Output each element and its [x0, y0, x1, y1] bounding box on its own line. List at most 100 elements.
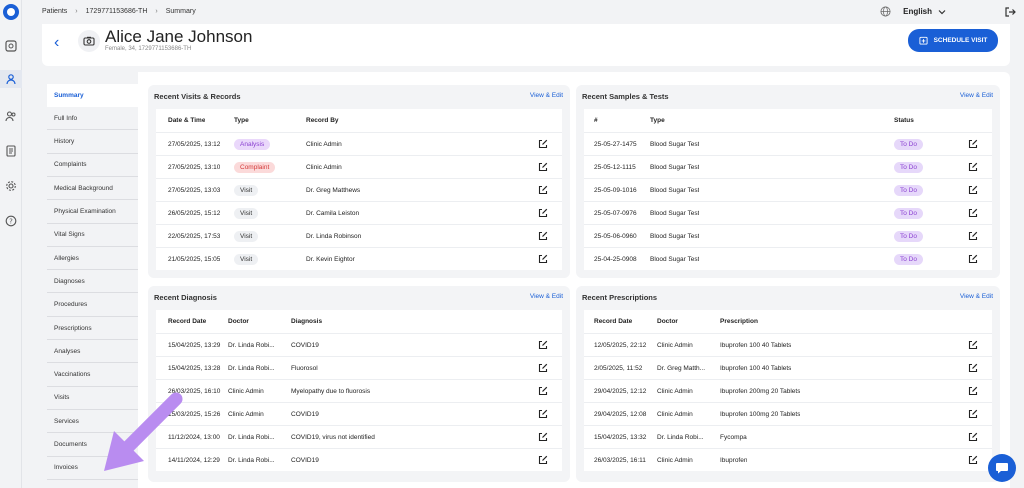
nav-item-prescriptions[interactable]: Prescriptions [47, 317, 138, 340]
edit-icon[interactable] [538, 139, 548, 149]
edit-icon[interactable] [538, 340, 548, 350]
table-row[interactable]: 26/03/2025, 16:11 Clinic Admin Ibuprofen [584, 448, 992, 471]
language-selector[interactable]: English [880, 6, 946, 17]
app-logo[interactable] [3, 4, 19, 20]
table-row[interactable]: 25-04-25-0908 Blood Sugar Test To Do [584, 247, 992, 270]
edit-icon[interactable] [968, 185, 978, 195]
edit-icon[interactable] [538, 185, 548, 195]
table-row[interactable]: 14/11/2024, 12:29 Dr. Linda Robi... COVID1… [156, 448, 562, 471]
column-header: Record Date [594, 318, 633, 325]
breadcrumb-patients[interactable]: Patients [42, 8, 67, 15]
table-row[interactable]: 15/04/2025, 13:28 Dr. Linda Robi... Fluoro… [156, 356, 562, 379]
edit-icon[interactable] [968, 208, 978, 218]
visit-date: 26/05/2025, 15:12 [168, 210, 221, 217]
table-row[interactable]: 27/05/2025, 13:03 Visit Dr. Greg Matthews [156, 178, 562, 201]
record-date: 11/12/2024, 13:00 [168, 434, 220, 441]
camera-icon[interactable] [78, 30, 100, 52]
nav-item-physical-examination[interactable]: Physical Examination [47, 201, 138, 224]
edit-icon[interactable] [968, 139, 978, 149]
nav-item-allergies[interactable]: Allergies [47, 247, 138, 271]
nav-item-procedures[interactable]: Procedures [47, 294, 138, 317]
table-row[interactable]: 12/05/2025, 22:12 Clinic Admin Ibuprofen 1… [584, 333, 992, 356]
users-icon[interactable] [5, 110, 17, 122]
edit-icon[interactable] [538, 455, 548, 465]
edit-icon[interactable] [538, 386, 548, 396]
nav-item-diagnoses[interactable]: Diagnoses [47, 270, 138, 294]
settings-gear-icon[interactable] [5, 180, 17, 192]
edit-icon[interactable] [538, 254, 548, 264]
status-badge: To Do [894, 231, 923, 242]
nav-item-services[interactable]: Services [47, 410, 138, 434]
record-by: Dr. Linda Robinson [306, 233, 362, 240]
edit-icon[interactable] [968, 386, 978, 396]
edit-icon[interactable] [538, 432, 548, 442]
edit-icon[interactable] [538, 409, 548, 419]
table-row[interactable]: 26/05/2025, 15:12 Visit Dr. Camila Leiston [156, 201, 562, 224]
help-icon[interactable]: ? [5, 215, 17, 227]
table-row[interactable]: 21/05/2025, 15:05 Visit Dr. Kevin Eightor [156, 247, 562, 270]
table-row[interactable]: 15/04/2025, 13:29 Dr. Linda Robi... COVID1… [156, 333, 562, 356]
prescriptions-view-edit-link[interactable]: View & Edit [960, 293, 993, 300]
back-chevron-icon[interactable]: ‹ [54, 34, 59, 52]
table-row[interactable]: 25-05-27-1475 Blood Sugar Test To Do [584, 132, 992, 155]
edit-icon[interactable] [968, 455, 978, 465]
samples-view-edit-link[interactable]: View & Edit [960, 92, 993, 99]
nav-item-summary[interactable]: Summary [47, 84, 138, 107]
prescription-text: Ibuprofen 100 40 Tablets [720, 365, 792, 372]
doctor-name: Dr. Greg Matth... [657, 365, 706, 372]
dashboard-icon[interactable] [5, 40, 17, 52]
nav-item-invoices[interactable]: Invoices [47, 457, 138, 480]
documents-icon[interactable] [5, 145, 17, 157]
visit-date: 27/05/2025, 13:10 [168, 164, 221, 171]
logout-icon[interactable] [1004, 5, 1016, 23]
table-row[interactable]: 29/04/2025, 12:12 Clinic Admin Ibuprofen 2… [584, 379, 992, 402]
breadcrumb-patient-id[interactable]: 1729771153686-TH [86, 8, 148, 15]
nav-item-full-info[interactable]: Full Info [47, 107, 138, 131]
table-row[interactable]: 11/12/2024, 13:00 Dr. Linda Robi... COVID1… [156, 425, 562, 448]
prescription-text: Fycompa [720, 434, 747, 441]
edit-icon[interactable] [538, 162, 548, 172]
table-row[interactable]: 15/04/2025, 13:32 Dr. Linda Robi... Fycomp… [584, 425, 992, 448]
table-row[interactable]: 2/05/2025, 11:52 Dr. Greg Matth... Ibuprof… [584, 356, 992, 379]
table-row[interactable]: 15/03/2025, 15:26 Clinic Admin COVID19 [156, 402, 562, 425]
patient-section-nav: Summary Full Info History Complaints Medical… [42, 72, 138, 488]
doctor-name: Dr. Linda Robi... [228, 365, 275, 372]
edit-icon[interactable] [968, 231, 978, 241]
visit-date: 27/05/2025, 13:12 [168, 141, 221, 148]
visits-view-edit-link[interactable]: View & Edit [530, 92, 563, 99]
nav-item-complaints[interactable]: Complaints [47, 154, 138, 177]
nav-item-documents[interactable]: Documents [47, 434, 138, 457]
schedule-visit-button[interactable]: SCHEDULE VISIT [908, 29, 998, 52]
recent-prescriptions-card: Recent Prescriptions View & Edit Record Da… [576, 286, 1000, 482]
table-row[interactable]: 25-05-09-1016 Blood Sugar Test To Do [584, 178, 992, 201]
nav-item-medical-background[interactable]: Medical Background [47, 177, 138, 201]
nav-item-history[interactable]: History [47, 131, 138, 154]
table-row[interactable]: 27/05/2025, 13:12 Analysis Clinic Admin [156, 132, 562, 155]
edit-icon[interactable] [538, 231, 548, 241]
table-row[interactable]: 25-05-12-1115 Blood Sugar Test To Do [584, 155, 992, 178]
nav-item-visits[interactable]: Visits [47, 387, 138, 410]
edit-icon[interactable] [968, 162, 978, 172]
edit-icon[interactable] [968, 340, 978, 350]
chat-support-button[interactable] [988, 454, 1016, 482]
edit-icon[interactable] [538, 208, 548, 218]
table-row[interactable]: 25-05-06-0960 Blood Sugar Test To Do [584, 224, 992, 247]
column-header: Diagnosis [291, 318, 323, 325]
table-row[interactable]: 22/05/2025, 17:53 Visit Dr. Linda Robinson [156, 224, 562, 247]
status-cell: To Do [894, 179, 923, 202]
edit-icon[interactable] [538, 363, 548, 373]
edit-icon[interactable] [968, 254, 978, 264]
edit-icon[interactable] [968, 363, 978, 373]
patients-icon[interactable] [0, 70, 22, 88]
nav-item-vital-signs[interactable]: Vital Signs [47, 224, 138, 247]
table-row[interactable]: 27/05/2025, 13:10 Complaint Clinic Admin [156, 155, 562, 178]
table-row[interactable]: 25-05-07-0976 Blood Sugar Test To Do [584, 201, 992, 224]
edit-icon[interactable] [968, 409, 978, 419]
nav-item-vaccinations[interactable]: Vaccinations [47, 364, 138, 387]
table-row[interactable]: 26/03/2025, 16:10 Clinic Admin Myelopathy … [156, 379, 562, 402]
diagnosis-view-edit-link[interactable]: View & Edit [530, 293, 563, 300]
nav-item-analyses[interactable]: Analyses [47, 340, 138, 364]
doctor-name: Dr. Linda Robi... [657, 434, 704, 441]
table-row[interactable]: 29/04/2025, 12:08 Clinic Admin Ibuprofen 1… [584, 402, 992, 425]
edit-icon[interactable] [968, 432, 978, 442]
